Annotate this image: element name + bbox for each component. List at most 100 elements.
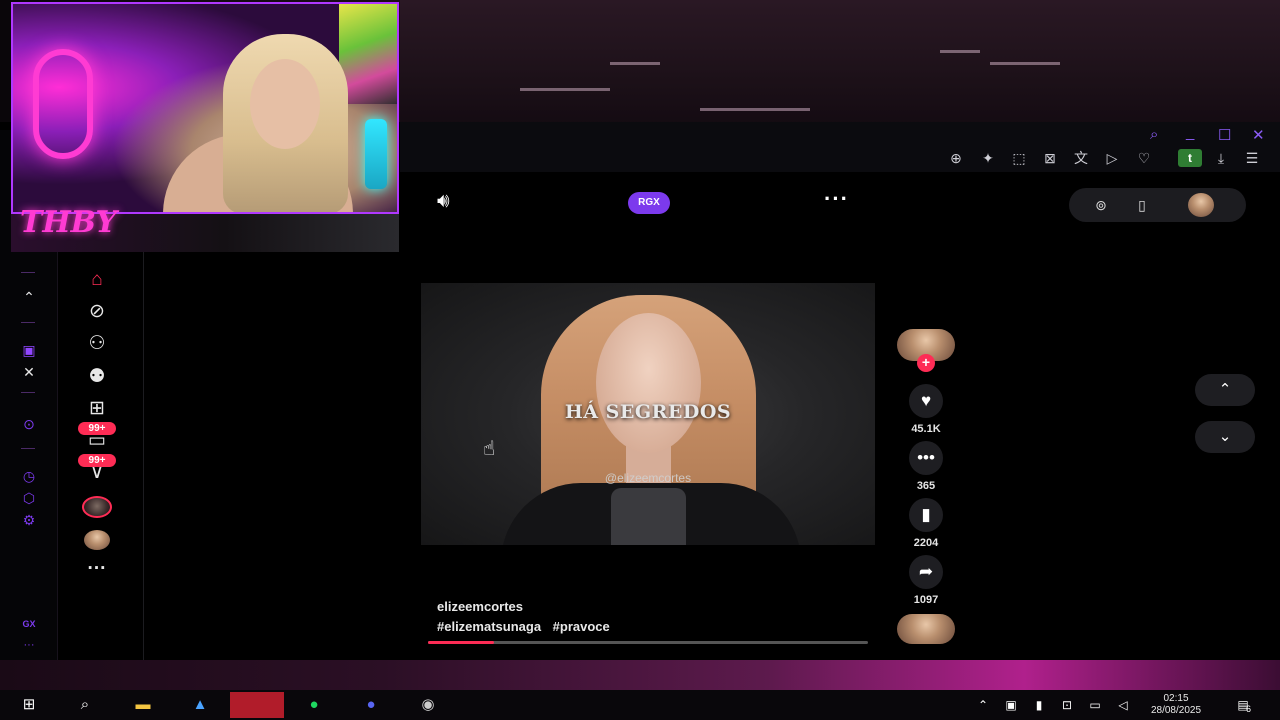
hashtag-link[interactable]: #elizematsunaga	[437, 619, 541, 634]
heart-icon[interactable]: ♥	[909, 384, 943, 418]
video-watermark: @elizeemcortes	[604, 471, 692, 485]
device-icon[interactable]: ▯	[1132, 195, 1152, 215]
tray-camera-icon[interactable]: ▣	[998, 694, 1024, 716]
x-twitter-icon[interactable]: ✕	[17, 362, 41, 382]
opera-gx-icon[interactable]	[230, 692, 284, 718]
tray-app-icon[interactable]: ⊡	[1054, 694, 1080, 716]
translate-icon[interactable]: 文	[1071, 149, 1091, 167]
menu-icon[interactable]: ☰	[1242, 149, 1262, 167]
comment-count: 365	[916, 480, 936, 492]
volume-icon[interactable]: 🔊︎	[437, 190, 450, 213]
video-progress-fill	[428, 641, 494, 644]
sound-avatar-button[interactable]	[896, 614, 956, 644]
profile-avatar[interactable]	[82, 527, 112, 553]
sound-avatar	[897, 614, 955, 644]
upload-icon[interactable]: ⊞	[82, 396, 112, 422]
close-button[interactable]: ✕	[1252, 126, 1265, 144]
messages-badge: 99+	[78, 422, 116, 435]
obs-icon[interactable]: ◉	[415, 694, 441, 716]
nav-more-icon[interactable]: ···	[82, 556, 112, 582]
player-icon[interactable]: ⊙	[17, 414, 41, 434]
bookmark-icon[interactable]: ▮	[909, 498, 943, 532]
mouse-cursor-icon: ☝︎	[483, 438, 496, 460]
settings-icon[interactable]: ⚙	[17, 510, 41, 530]
spotify-icon[interactable]: ●	[301, 694, 327, 716]
discord-icon[interactable]: ●	[358, 694, 384, 716]
wallpaper-city	[400, 0, 1280, 125]
system-clock[interactable]: 02:15 28/08/2025	[1140, 693, 1212, 717]
volume-tray-icon[interactable]: ◁	[1110, 694, 1136, 716]
sidebar-more-icon[interactable]: ···	[17, 635, 41, 655]
rgx-badge[interactable]: RGX	[628, 192, 670, 214]
search-tabs-icon[interactable]: ⌕	[1150, 126, 1158, 143]
share-icon[interactable]: ➦	[909, 555, 943, 589]
home-icon[interactable]: ⌂	[82, 267, 112, 293]
notifications-icon[interactable]: ▤	[1230, 694, 1256, 716]
account-avatar[interactable]	[1188, 193, 1214, 217]
video-hashtags: #elizematsunaga #pravoce	[437, 619, 618, 634]
network-icon[interactable]: ▭	[1082, 694, 1108, 716]
arrow-up-icon[interactable]: ⌃	[17, 287, 41, 307]
following-icon[interactable]: ⚇	[82, 331, 112, 357]
comment-action[interactable]: ••• 365	[896, 441, 956, 492]
minimize-button[interactable]: _	[1186, 124, 1194, 141]
app-a-icon[interactable]: ▲	[187, 694, 213, 716]
block-icon[interactable]: ⊠	[1040, 149, 1060, 167]
gx-label: GX	[22, 619, 36, 629]
clock-date: 28/08/2025	[1150, 705, 1202, 716]
history-icon[interactable]: ◷	[17, 466, 41, 486]
share-action[interactable]: ➦ 1097	[896, 555, 956, 606]
follow-plus-icon[interactable]: +	[917, 354, 935, 372]
snapshot-icon[interactable]: ⬚	[1009, 149, 1029, 167]
creator-avatar-button[interactable]: +	[896, 329, 956, 372]
file-explorer-icon[interactable]: ▬	[130, 694, 156, 716]
activity-icon[interactable]: ∨ 99+	[78, 454, 116, 486]
notification-count: 6	[1246, 704, 1252, 714]
hashtag-link[interactable]: #pravoce	[553, 619, 610, 634]
extension-t-icon[interactable]: t	[1178, 149, 1202, 167]
windows-start-icon[interactable]: ⊞	[16, 694, 42, 716]
sidebar-divider	[21, 448, 35, 449]
video-caption: HÁ SEGREDOS	[564, 401, 732, 423]
tray-mic-icon[interactable]: ▮	[1026, 694, 1052, 716]
previous-video-button[interactable]: ⌃	[1195, 374, 1255, 406]
save-count: 2204	[913, 537, 939, 549]
pin-icon[interactable]: ✦	[978, 149, 998, 167]
sidebar-divider	[21, 392, 35, 393]
tray-chevron-icon[interactable]: ⌃	[970, 694, 996, 716]
windows-taskbar: ⊞ ⌕ ▬ ▲ ● ● ◉ ⌃ ▣ ▮ ⊡ ▭ ◁ 02:15 28/08/20…	[0, 690, 1280, 720]
maximize-button[interactable]: ☐	[1218, 126, 1231, 144]
explore-icon[interactable]: ⊘	[82, 299, 112, 325]
sidebar-divider	[21, 272, 35, 273]
search-icon[interactable]: ⌕	[72, 694, 98, 716]
video-progress-bar[interactable]	[428, 641, 868, 644]
send-icon[interactable]: ▷	[1102, 149, 1122, 167]
comment-icon[interactable]: •••	[909, 441, 943, 475]
download-icon[interactable]: ⤓	[1211, 149, 1231, 167]
live-avatar-image	[82, 496, 112, 518]
video-author[interactable]: elizeemcortes	[437, 599, 523, 614]
video-more-icon[interactable]: ···	[824, 186, 849, 212]
heart-icon[interactable]: ♡	[1134, 149, 1154, 167]
tiktok-sidebar: ⌂ ⊘ ⚇ ⚉ ⊞ ▭ 99+ ∨ 99+ ···	[58, 250, 144, 660]
desktop: ⌕ _ ☐ ✕ ⊕ ✦ ⬚ ⊠ 文 ▷ ♡ t ⤓ ☰ ⌃ ▣ ✕ ⊙ ◷ ⬡ …	[0, 0, 1280, 720]
clock-time: 02:15	[1163, 693, 1189, 704]
save-action[interactable]: ▮ 2204	[896, 498, 956, 549]
webcam-overlay	[11, 2, 399, 214]
coins-icon[interactable]: ⊚	[1091, 195, 1111, 215]
like-count: 45.1K	[911, 423, 941, 435]
live-avatar[interactable]	[82, 494, 112, 520]
twitch-icon[interactable]: ▣	[17, 340, 41, 360]
activity-badge: 99+	[78, 454, 116, 467]
next-video-button[interactable]: ⌄	[1195, 421, 1255, 453]
zoom-in-icon[interactable]: ⊕	[946, 149, 966, 167]
sidebar-divider	[21, 322, 35, 323]
wallpaper-neon-floor	[0, 655, 1280, 690]
video-player[interactable]: HÁ SEGREDOS @elizeemcortes	[421, 283, 875, 545]
like-action[interactable]: ♥ 45.1K	[896, 384, 956, 435]
messages-icon[interactable]: ▭ 99+	[78, 422, 116, 454]
profile-avatar-image	[84, 530, 110, 550]
top-right-pill: ⊚ ▯	[1069, 188, 1246, 222]
friends-icon[interactable]: ⚉	[82, 364, 112, 390]
extensions-icon[interactable]: ⬡	[17, 488, 41, 508]
